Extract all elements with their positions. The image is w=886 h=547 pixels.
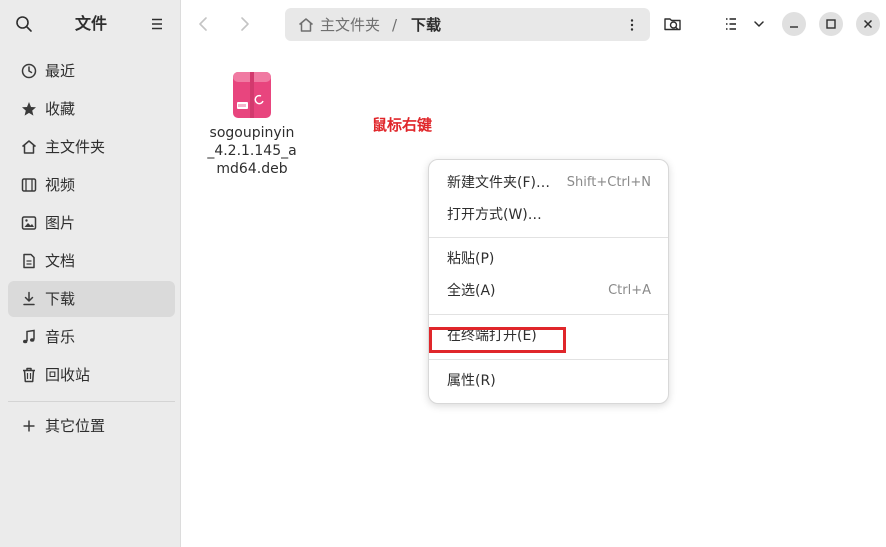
menu-separator — [429, 237, 668, 238]
menu-item-label: 全选(A) — [447, 283, 496, 299]
maximize-button[interactable] — [819, 12, 843, 36]
search-folder-icon[interactable] — [661, 12, 685, 36]
hamburger-menu-icon[interactable] — [147, 14, 167, 34]
document-icon — [23, 253, 35, 269]
sidebar-item-label: 图片 — [45, 214, 76, 232]
home-icon — [299, 18, 313, 32]
plus-icon — [23, 420, 35, 432]
sidebar-item-downloads[interactable]: 下载 — [8, 281, 175, 317]
sidebar-item-label: 视频 — [45, 176, 76, 194]
breadcrumb-current[interactable]: 下载 — [411, 15, 441, 35]
sidebar-item-other-locations[interactable]: 其它位置 — [8, 408, 175, 444]
image-icon — [21, 216, 37, 230]
menu-item-paste[interactable]: 粘贴(P) — [435, 244, 663, 274]
more-vertical-icon[interactable] — [623, 16, 641, 34]
sidebar-item-starred[interactable]: 收藏 — [8, 91, 175, 127]
sidebar-item-videos[interactable]: 视频 — [8, 167, 175, 203]
menu-item-new-folder[interactable]: 新建文件夹(F)… Shift+Ctrl+N — [435, 168, 663, 198]
file-name[interactable]: sogoupinyin_4.2.1.145_amd64.deb — [207, 124, 297, 178]
forward-icon[interactable] — [232, 12, 256, 36]
sidebar-item-label: 最近 — [45, 62, 76, 80]
sidebar-item-label: 文档 — [45, 252, 76, 270]
annotation-text: 鼠标右键 — [372, 116, 433, 134]
minimize-button[interactable] — [782, 12, 806, 36]
menu-item-label: 粘贴(P) — [447, 251, 495, 267]
path-bar[interactable]: 主文件夹 / 下载 — [285, 8, 650, 41]
close-button[interactable] — [856, 12, 880, 36]
menu-item-properties[interactable]: 属性(R) — [435, 366, 663, 396]
menu-item-open-with[interactable]: 打开方式(W)… — [435, 200, 663, 230]
sidebar-item-label: 下载 — [45, 290, 76, 308]
sidebar-item-pictures[interactable]: 图片 — [8, 205, 175, 241]
menu-separator — [429, 359, 668, 360]
sidebar-item-label: 其它位置 — [45, 417, 106, 435]
app-title: 文件 — [74, 14, 107, 33]
menu-item-shortcut: Ctrl+A — [608, 283, 651, 298]
menu-item-shortcut: Shift+Ctrl+N — [566, 175, 651, 190]
sidebar-item-documents[interactable]: 文档 — [8, 243, 175, 279]
maximize-icon — [826, 19, 836, 29]
sidebar-item-label: 回收站 — [45, 366, 91, 384]
sidebar: 文件 最近 收藏 主文件夹 视频 图片 文档 下载 音乐 回收站 其它位置 — [0, 0, 181, 547]
menu-separator — [429, 314, 668, 315]
menu-item-label: 打开方式(W)… — [447, 207, 542, 223]
chevron-down-icon[interactable] — [747, 12, 771, 36]
sidebar-item-label: 音乐 — [45, 328, 76, 346]
list-view-icon[interactable] — [719, 12, 743, 36]
close-icon — [863, 19, 873, 29]
sidebar-header: 文件 — [0, 0, 181, 48]
menu-item-label: 属性(R) — [447, 373, 496, 389]
star-icon — [22, 102, 36, 116]
trash-icon — [23, 367, 35, 383]
film-icon — [21, 178, 37, 192]
sidebar-item-recent[interactable]: 最近 — [8, 53, 175, 89]
deb-package-icon[interactable] — [232, 71, 272, 119]
back-icon[interactable] — [192, 12, 216, 36]
home-icon — [22, 140, 36, 154]
highlight-box — [429, 327, 566, 353]
sidebar-divider — [8, 401, 175, 402]
sidebar-item-music[interactable]: 音乐 — [8, 319, 175, 355]
clock-icon — [21, 63, 37, 79]
sidebar-item-home[interactable]: 主文件夹 — [8, 129, 175, 165]
breadcrumb-separator: / — [392, 16, 398, 34]
sidebar-item-label: 收藏 — [45, 100, 76, 118]
download-icon — [23, 291, 35, 306]
menu-item-label: 新建文件夹(F)… — [447, 175, 550, 191]
sidebar-item-trash[interactable]: 回收站 — [8, 357, 175, 393]
sidebar-item-label: 主文件夹 — [45, 138, 106, 156]
search-icon[interactable] — [14, 14, 34, 34]
context-menu: 新建文件夹(F)… Shift+Ctrl+N 打开方式(W)… 粘贴(P) 全选… — [428, 159, 669, 404]
music-icon — [23, 329, 35, 344]
menu-item-select-all[interactable]: 全选(A) Ctrl+A — [435, 276, 663, 306]
breadcrumb-home[interactable]: 主文件夹 — [320, 15, 380, 35]
minimize-icon — [790, 26, 798, 28]
